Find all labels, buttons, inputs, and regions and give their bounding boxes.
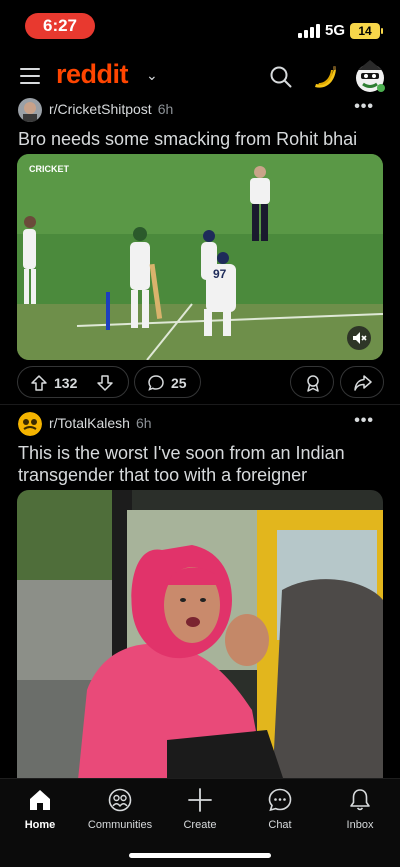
avatar-icon[interactable] — [353, 58, 387, 94]
post-title[interactable]: This is the worst I've soon from an Indi… — [18, 442, 388, 486]
reddit-logo[interactable]: reddit — [56, 59, 129, 90]
tab-communities[interactable]: Communities — [80, 787, 160, 837]
tab-label: Home — [24, 819, 56, 831]
subreddit-name[interactable]: r/TotalKalesh — [49, 415, 130, 431]
share-icon — [354, 375, 372, 391]
tab-inbox[interactable]: Inbox — [320, 787, 400, 837]
upvote-icon[interactable] — [30, 374, 48, 392]
status-bar: 6:27 5G 14 — [0, 0, 400, 54]
communities-icon — [108, 788, 132, 812]
award-button[interactable] — [290, 366, 334, 398]
subreddit-avatar[interactable] — [18, 412, 42, 436]
subreddit-avatar[interactable] — [18, 98, 42, 122]
award-icon — [307, 375, 319, 392]
share-button[interactable] — [340, 366, 384, 398]
network-label: 5G — [325, 22, 346, 39]
post-card[interactable]: r/CricketShitpost 6h ••• Bro needs some s… — [0, 98, 400, 402]
more-options-icon[interactable]: ••• — [354, 412, 374, 430]
subreddit-link[interactable]: r/TotalKalesh 6h — [49, 415, 152, 431]
comments-button[interactable]: 25 — [134, 366, 201, 398]
comment-icon — [148, 375, 164, 391]
post-actions: 132 25 — [0, 366, 400, 400]
subreddit-link[interactable]: r/CricketShitpost 6h — [49, 101, 173, 117]
chat-icon — [268, 788, 292, 812]
post-divider — [0, 404, 400, 405]
signal-icon — [298, 24, 320, 38]
tab-create[interactable]: Create — [160, 787, 240, 837]
upvote-count: 132 — [54, 375, 78, 391]
home-indicator[interactable] — [129, 853, 271, 858]
search-icon[interactable] — [270, 66, 292, 88]
svg-text:97: 97 — [213, 267, 227, 281]
post-age: 6h — [135, 415, 152, 431]
auto-rickshaw-video-frame — [17, 490, 383, 790]
tab-home[interactable]: Home — [0, 787, 80, 837]
chevron-down-icon[interactable]: ⌄ — [146, 67, 158, 84]
comment-count: 25 — [171, 375, 187, 391]
tab-label: Create — [183, 819, 217, 831]
top-header: reddit ⌄ — [0, 54, 400, 98]
plus-icon — [188, 788, 212, 812]
tab-label: Inbox — [346, 819, 374, 831]
home-icon — [30, 790, 50, 810]
battery-icon: 14 — [350, 23, 383, 39]
vote-control: 132 — [17, 366, 129, 398]
status-time: 6:27 — [25, 13, 95, 39]
post-age: 6h — [157, 101, 174, 117]
menu-icon[interactable] — [20, 68, 40, 84]
downvote-icon[interactable] — [96, 374, 114, 392]
banana-icon[interactable] — [310, 62, 340, 92]
bell-icon — [350, 789, 370, 811]
post-video[interactable] — [17, 490, 383, 790]
tab-label: Chat — [268, 819, 292, 831]
tab-chat[interactable]: Chat — [240, 787, 320, 837]
subreddit-name[interactable]: r/CricketShitpost — [49, 101, 152, 117]
mute-icon — [353, 332, 367, 344]
mute-button[interactable] — [347, 326, 371, 350]
post-video[interactable]: CRICKET 97 — [17, 154, 383, 360]
broadcast-watermark: CRICKET — [29, 164, 70, 174]
post-title[interactable]: Bro needs some smacking from Rohit bhai — [18, 128, 384, 150]
post-card[interactable]: r/TotalKalesh 6h ••• This is the worst I'… — [0, 412, 400, 790]
tab-label: Communities — [87, 819, 153, 831]
cricket-video-frame: CRICKET 97 — [17, 154, 383, 360]
more-options-icon[interactable]: ••• — [354, 98, 374, 116]
